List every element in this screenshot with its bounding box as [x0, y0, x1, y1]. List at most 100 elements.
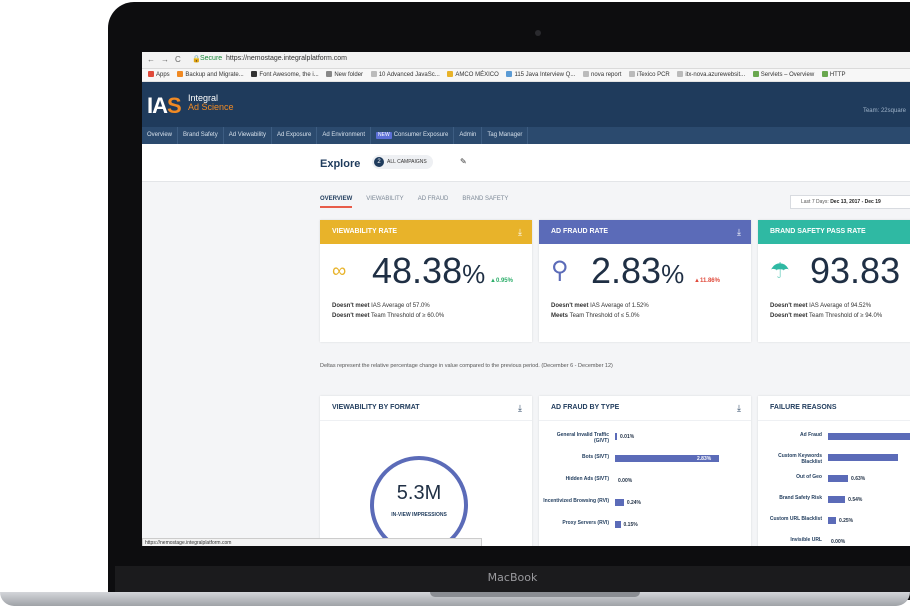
bar-row: Out of Geo 0.63%	[758, 474, 910, 488]
bar-value: 0.00%	[831, 539, 846, 545]
reload-icon[interactable]: C	[175, 55, 181, 64]
bar[interactable]	[828, 496, 846, 503]
bar-row: Brand Safety Risk 0.54%	[758, 495, 910, 509]
bookmark-item[interactable]: iTexico PCR	[629, 69, 670, 81]
bar-label: Out of Geo	[796, 474, 822, 480]
bookmark-item[interactable]: AMCO MÉXICO	[447, 69, 499, 81]
bar-row: Invisible URL 0.00%	[758, 537, 910, 546]
tab-brand-safety[interactable]: Brand Safety	[178, 127, 224, 144]
logo-subtitle: Integral Ad Science	[188, 93, 234, 112]
subtab-overview[interactable]: OVERVIEW	[320, 196, 353, 208]
bookmark-item[interactable]: Apps	[148, 69, 170, 81]
download-icon[interactable]: ⤓	[737, 396, 741, 420]
explore-bar: Explore 2 ALL CAMPAIGNS ✎	[142, 144, 910, 182]
benchmark-line: Doesn't meet IAS Average of 1.52%	[551, 303, 649, 309]
card-title: AD FRAUD BY TYPE ⤓	[539, 396, 751, 421]
tab-overview[interactable]: Overview	[142, 127, 179, 144]
bar-row: Custom Keywords Blacklist	[758, 453, 910, 467]
failure-reasons-card: FAILURE REASONS Ad Fraud Custom Keywords …	[758, 396, 910, 546]
device-brand: MacBook	[487, 571, 538, 584]
subtab-viewability[interactable]: VIEWABILITY	[366, 196, 403, 206]
bookmark-item[interactable]: nova report	[583, 69, 621, 81]
threshold-line: Meets Team Threshold of ≤ 5.0%	[551, 313, 640, 319]
bar-value: 0.54%	[848, 497, 863, 503]
ad-fraud-by-type-card: AD FRAUD BY TYPE ⤓ General Invalid Traffi…	[539, 396, 751, 546]
kpi-card-ad-fraud: AD FRAUD RATE ⤓ ⚲ 2.83% ▲11.86% Doesn't m…	[539, 220, 751, 342]
bar-value: 0.15%	[623, 522, 638, 528]
kpi-value: 93.83	[810, 250, 901, 291]
subtab-ad-fraud[interactable]: AD FRAUD	[418, 196, 449, 206]
date-range-picker[interactable]: Last 7 Days: Dec 13, 2017 - Dec 19	[790, 195, 910, 209]
card-title: VIEWABILITY RATE ⤓	[320, 220, 532, 244]
bar-row: General Invalid Traffic (GIVT) 0.01%	[539, 432, 759, 446]
bar-label: General Invalid Traffic (GIVT)	[556, 432, 609, 444]
threshold-line: Doesn't meet Team Threshold of ≥ 60.0%	[332, 313, 445, 319]
kpi-card-brand-safety: BRAND SAFETY PASS RATE ☂ 93.83 Doesn't m…	[758, 220, 910, 342]
bookmark-item[interactable]: New folder	[326, 69, 363, 81]
bar-label: Custom Keywords Blacklist	[778, 453, 822, 465]
bar[interactable]	[828, 517, 836, 524]
tab-admin[interactable]: Admin	[454, 127, 483, 144]
tab-tag-manager[interactable]: Tag Manager	[482, 127, 529, 144]
bar-row: Custom URL Blacklist 0.25%	[758, 516, 910, 530]
kpi-card-viewability: VIEWABILITY RATE ⤓ ∞ 48.38% ▲0.95% Doesn'…	[320, 220, 532, 342]
forward-icon[interactable]: →	[161, 55, 169, 64]
viewability-by-format-card: VIEWABILITY BY FORMAT ⤓ 5.3M IN-VIEW IMPR…	[320, 396, 532, 546]
bar-label: Proxy Servers (RVI)	[562, 520, 609, 526]
secure-label: Secure	[200, 55, 223, 62]
download-icon[interactable]: ⤓	[737, 220, 741, 244]
bar-value: 0.01%	[620, 434, 635, 440]
bar-row: Incentivized Browsing (RVI) 0.24%	[539, 498, 759, 512]
bar-value: 0.00%	[618, 478, 633, 484]
page-body: Explore 2 ALL CAMPAIGNS ✎ OVERVIEW VIEWABI…	[142, 144, 910, 546]
bookmark-item[interactable]: HTTP	[821, 69, 846, 81]
deltas-note: Deltas represent the relative percentage…	[320, 363, 613, 369]
bar[interactable]	[615, 521, 621, 528]
bar-value: 0.25%	[838, 518, 854, 524]
app-header: IAS Integral Ad Science Team: 22square	[142, 82, 910, 127]
team-selector[interactable]: Team: 22square	[863, 108, 906, 114]
pencil-icon[interactable]: ✎	[460, 157, 467, 166]
tab-consumer-exposure[interactable]: NEW Consumer Exposure	[371, 127, 455, 144]
bookmark-item[interactable]: itx-nova.azurewebsit...	[677, 69, 745, 81]
tab-ad-viewability[interactable]: Ad Viewability	[224, 127, 272, 144]
main-nav: Overview Brand Safety Ad Viewability Ad Exp…	[142, 127, 910, 144]
binoculars-icon: ∞	[332, 260, 347, 282]
bar-value: 2.83%	[697, 456, 712, 462]
address-bar[interactable]: ← → C 🔒 Secure https://nemostage.integra…	[142, 52, 910, 69]
tab-ad-environment[interactable]: Ad Environment	[317, 127, 372, 144]
back-icon[interactable]: ←	[147, 55, 155, 64]
ias-logo[interactable]: IAS	[147, 93, 182, 119]
bar[interactable]	[615, 433, 617, 440]
bookmark-item[interactable]: 115 Java Interview Q...	[506, 69, 575, 81]
tab-ad-exposure[interactable]: Ad Exposure	[272, 127, 318, 144]
url-text[interactable]: https://nemostage.integralplatform.com	[226, 55, 347, 62]
download-icon[interactable]: ⤓	[518, 396, 522, 420]
bar[interactable]	[615, 499, 624, 506]
kpi-value: 2.83%	[591, 250, 685, 291]
bar-row: Hidden Ads (SIVT) 0.00%	[539, 476, 759, 490]
bar-label: Bots (SIVT)	[582, 454, 609, 460]
delta-value: ▲0.95%	[490, 278, 513, 284]
bookmark-item[interactable]: Font Awesome, the i...	[251, 69, 319, 81]
bar[interactable]	[828, 433, 910, 440]
bookmarks-bar: Apps Backup and Migrate... Font Awesome,…	[142, 69, 910, 82]
umbrella-icon: ☂	[770, 258, 790, 283]
bookmark-item[interactable]: Backup and Migrate...	[177, 69, 244, 81]
bar-value: 0.63%	[851, 476, 866, 482]
bar[interactable]	[828, 454, 898, 461]
bookmark-item[interactable]: Servlets – Overview	[752, 69, 814, 81]
impressions-donut: 5.3M IN-VIEW IMPRESSIONS	[370, 456, 468, 546]
bar-label: Brand Safety Risk	[779, 495, 822, 501]
bar-label: Hidden Ads (SIVT)	[565, 476, 609, 482]
laptop-notch	[430, 592, 640, 597]
bar-label: Ad Fraud	[800, 432, 822, 438]
bar-label: Incentivized Browsing (RVI)	[543, 498, 609, 504]
bar[interactable]	[828, 475, 849, 482]
card-title: VIEWABILITY BY FORMAT ⤓	[320, 396, 532, 421]
subtab-brand-safety[interactable]: BRAND SAFETY	[462, 196, 508, 206]
bookmark-item[interactable]: 10 Advanced JavaSc...	[370, 69, 440, 81]
campaign-selector[interactable]: 2 ALL CAMPAIGNS	[372, 155, 433, 169]
card-title: BRAND SAFETY PASS RATE	[758, 220, 910, 244]
download-icon[interactable]: ⤓	[518, 220, 522, 244]
